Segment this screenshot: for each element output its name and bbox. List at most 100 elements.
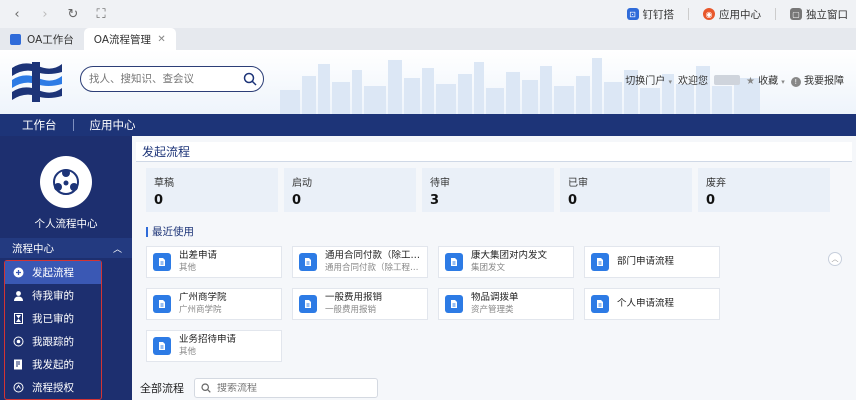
dingding-label: 钉钉搭 [642,8,675,21]
process-doc-icon [153,253,171,271]
sidebar-item-pending-approval[interactable]: 待我审的 [5,284,101,307]
star-icon: ★ [745,76,755,87]
stat-value: 3 [430,193,440,208]
process-name: 个人申请流程 [617,298,675,309]
sidebar-item-initiated[interactable]: 我发起的 [5,353,101,376]
stat-label: 待审 [430,178,450,189]
search-icon[interactable] [243,72,257,86]
plus-icon [13,267,24,278]
section-label: 流程中心 [12,242,54,255]
global-search-input[interactable] [89,73,239,85]
process-card[interactable]: 个人申请流程 [584,288,720,320]
welcome-text: 欢迎您 [677,76,708,87]
process-card[interactable]: 业务招待申请 其他 [146,330,282,362]
process-category: 通用合同付款（除工程类） [325,263,425,273]
caret-down-icon: ▾ [781,78,785,86]
process-doc-icon [299,295,317,313]
process-name: 业务招待申请 [179,334,237,345]
sidebar-item-approved[interactable]: 我已审的 [5,307,101,330]
stat-value: 0 [706,193,716,208]
doc-edit-icon [13,359,24,370]
stat-label: 草稿 [154,178,174,189]
company-logo [12,62,62,102]
sidebar-item-authorization[interactable]: 流程授权 [5,376,101,399]
process-card[interactable]: 出差申请 其他 [146,246,282,278]
process-card[interactable]: 康大集团对内发文 集团发文 [438,246,574,278]
stat-label: 废弃 [706,178,726,189]
window-titlebar: ‹ › ↻ ⛶ ⊡ 钉钉搭 ◉ 应用中心 ▢ 独立窗口 [0,0,856,28]
process-doc-icon [445,295,463,313]
global-search-box[interactable] [80,66,264,92]
profile-block: 个人流程中心 [0,136,132,236]
process-search-input[interactable] [217,382,367,394]
process-doc-icon [445,253,463,271]
report-label: 我要报障 [804,76,844,87]
nav-workbench[interactable]: 工作台 [0,117,73,133]
page-title: 发起流程 [136,142,852,162]
nav-app-center[interactable]: 应用中心 [74,117,152,133]
process-card[interactable]: 广州商学院 广州商学院 [146,288,282,320]
close-icon[interactable]: ✕ [157,34,165,45]
favorites-label: 收藏 [758,76,779,87]
stat-draft[interactable]: 草稿 0 [146,168,278,212]
tab-oa-workbench[interactable]: OA工作台 [0,28,84,50]
stat-discarded[interactable]: 废弃 0 [698,168,830,212]
profile-name: 个人流程中心 [34,218,98,230]
process-card[interactable]: 物品调拨单 资产管理类 [438,288,574,320]
process-category: 集团发文 [471,263,506,273]
tab-label: OA流程管理 [93,33,152,46]
process-category: 其他 [179,263,197,273]
standalone-window-label: 独立窗口 [806,8,848,21]
sidebar: 个人流程中心 流程中心 ︿ 发起流程 待我审的 我已审的 我跟踪的 我发起的 流… [0,136,132,400]
process-category: 广州商学院 [179,305,222,315]
standalone-window-link[interactable]: ▢ 独立窗口 [790,7,848,22]
process-name: 广州商学院 [179,292,227,303]
process-card[interactable]: 部门申请流程 [584,246,720,278]
stat-approved[interactable]: 已审 0 [560,168,692,212]
process-name: 物品调拨单 [471,292,519,303]
all-process-title: 全部流程 [140,382,184,395]
app-center-link[interactable]: ◉ 应用中心 [703,7,761,22]
process-card[interactable]: 一般费用报销 一般费用报销 [292,288,428,320]
tab-oa-process[interactable]: OA流程管理 ✕ [83,28,176,50]
switch-portal-button[interactable]: 切换门户 ▾ [625,72,672,87]
dingding-link[interactable]: ⊡ 钉钉搭 [626,7,675,22]
collapse-up-icon[interactable]: ︿ [828,252,842,266]
stats-row: 草稿 0 启动 0 待审 3 已审 0 废弃 0 [146,168,830,212]
favorites-button[interactable]: ★ 收藏 ▾ [746,72,785,87]
process-doc-icon [153,337,171,355]
process-menu-highlight: 发起流程 待我审的 我已审的 我跟踪的 我发起的 流程授权 [4,260,102,400]
process-category: 一般费用报销 [325,305,377,315]
process-search-box[interactable] [194,378,378,398]
info-icon: ! [790,77,801,87]
chevron-up-icon[interactable]: ︿ [113,242,122,255]
stat-value: 0 [292,193,302,208]
sidebar-item-label: 流程授权 [32,382,74,394]
sidebar-item-label: 待我审的 [32,290,74,302]
forward-icon[interactable]: › [34,3,56,25]
hourglass-icon [13,313,24,324]
report-issue-button[interactable]: ! 我要报障 [790,72,844,87]
process-name: 康大集团对内发文 [471,250,548,261]
sidebar-item-tracking[interactable]: 我跟踪的 [5,330,101,353]
recent-process-grid: 出差申请其他 通用合同付款（除工程类） 通用合同付款（除工程类） 康大集团对内发文… [146,246,726,362]
recent-title-label: 最近使用 [152,226,194,238]
all-process-header: 全部流程 [140,378,378,398]
share-icon [13,382,24,393]
fullscreen-icon[interactable]: ⛶ [90,3,112,25]
sidebar-item-start-process[interactable]: 发起流程 [5,261,101,284]
stat-started[interactable]: 启动 0 [284,168,416,212]
target-icon [13,336,24,347]
divider [688,8,689,20]
back-icon[interactable]: ‹ [6,3,28,25]
refresh-icon[interactable]: ↻ [62,3,84,25]
section-process-center[interactable]: 流程中心 ︿ [0,238,132,258]
app-center-icon: ◉ [703,8,715,20]
process-card[interactable]: 通用合同付款（除工程类） 通用合同付款（除工程类） [292,246,428,278]
sidebar-item-label: 我发起的 [32,359,74,371]
user-icon [13,290,24,301]
header-actions: 切换门户 ▾ 欢迎您 ★ 收藏 ▾ ! 我要报障 [625,72,844,87]
process-network-icon [53,169,79,195]
sidebar-item-label: 发起流程 [32,267,74,279]
stat-pending[interactable]: 待审 3 [422,168,554,212]
